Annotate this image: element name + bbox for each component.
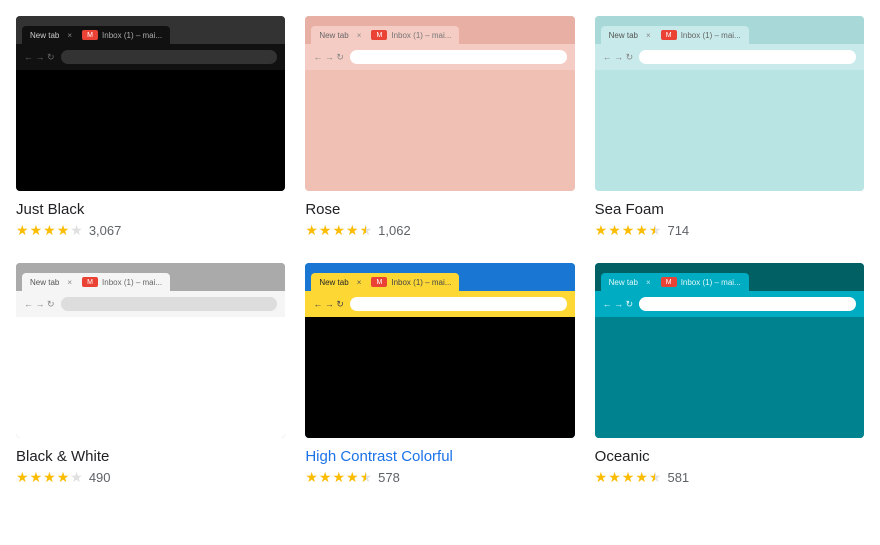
star-2: ★: [608, 469, 621, 486]
star-2: ★: [608, 222, 621, 239]
rating-count-seafoam: 714: [667, 223, 689, 238]
theme-card-just-black[interactable]: New tab × M Inbox (1) – mai... ← → ↻ Jus…: [16, 16, 285, 239]
theme-preview-bw: New tab × M Inbox (1) – mai... ← → ↻: [16, 263, 285, 438]
themes-grid: New tab × M Inbox (1) – mai... ← → ↻ Jus…: [16, 16, 864, 486]
rating-count-just-black: 3,067: [89, 223, 122, 238]
theme-rating-oceanic: ★ ★ ★ ★ ★ 581: [595, 469, 864, 486]
star-5: ★: [360, 469, 373, 486]
stars-hcc: ★ ★ ★ ★ ★: [305, 469, 372, 486]
star-3: ★: [332, 469, 345, 486]
star-1: ★: [595, 469, 608, 486]
theme-card-hcc[interactable]: New tab × M Inbox (1) – mai... ← → ↻ Hig…: [305, 263, 574, 486]
theme-rating-hcc: ★ ★ ★ ★ ★ 578: [305, 469, 574, 486]
star-4: ★: [346, 222, 359, 239]
stars-just-black: ★ ★ ★ ★ ★: [16, 222, 83, 239]
star-2: ★: [319, 469, 332, 486]
stars-seafoam: ★ ★ ★ ★ ★: [595, 222, 662, 239]
theme-title-rose: Rose: [305, 201, 574, 218]
star-1: ★: [305, 469, 318, 486]
star-2: ★: [30, 469, 43, 486]
theme-card-bw[interactable]: New tab × M Inbox (1) – mai... ← → ↻ Bla…: [16, 263, 285, 486]
theme-preview-seafoam: New tab × M Inbox (1) – mai... ← → ↻: [595, 16, 864, 191]
theme-rating-rose: ★ ★ ★ ★ ★ 1,062: [305, 222, 574, 239]
theme-title-bw: Black & White: [16, 448, 285, 465]
theme-title-oceanic: Oceanic: [595, 448, 864, 465]
stars-oceanic: ★ ★ ★ ★ ★: [595, 469, 662, 486]
rating-count-oceanic: 581: [667, 470, 689, 485]
theme-preview-hcc: New tab × M Inbox (1) – mai... ← → ↻: [305, 263, 574, 438]
theme-card-seafoam[interactable]: New tab × M Inbox (1) – mai... ← → ↻ Sea…: [595, 16, 864, 239]
theme-preview-oceanic: New tab × M Inbox (1) – mai... ← → ↻: [595, 263, 864, 438]
star-5: ★: [649, 222, 662, 239]
star-4: ★: [635, 222, 648, 239]
theme-title-hcc: High Contrast Colorful: [305, 448, 574, 465]
star-5: ★: [70, 469, 83, 486]
rating-count-hcc: 578: [378, 470, 400, 485]
rating-count-bw: 490: [89, 470, 111, 485]
theme-card-oceanic[interactable]: New tab × M Inbox (1) – mai... ← → ↻ Oce…: [595, 263, 864, 486]
star-5: ★: [649, 469, 662, 486]
theme-card-rose[interactable]: New tab × M Inbox (1) – mai... ← → ↻ Ros…: [305, 16, 574, 239]
star-3: ★: [622, 222, 635, 239]
stars-bw: ★ ★ ★ ★ ★: [16, 469, 83, 486]
star-2: ★: [30, 222, 43, 239]
theme-rating-just-black: ★ ★ ★ ★ ★ 3,067: [16, 222, 285, 239]
star-1: ★: [595, 222, 608, 239]
star-1: ★: [305, 222, 318, 239]
star-3: ★: [43, 469, 56, 486]
theme-rating-seafoam: ★ ★ ★ ★ ★ 714: [595, 222, 864, 239]
star-4: ★: [346, 469, 359, 486]
star-1: ★: [16, 469, 29, 486]
star-3: ★: [332, 222, 345, 239]
stars-rose: ★ ★ ★ ★ ★: [305, 222, 372, 239]
star-3: ★: [43, 222, 56, 239]
star-4: ★: [57, 222, 70, 239]
theme-rating-bw: ★ ★ ★ ★ ★ 490: [16, 469, 285, 486]
star-4: ★: [635, 469, 648, 486]
star-2: ★: [319, 222, 332, 239]
star-5: ★: [360, 222, 373, 239]
star-3: ★: [622, 469, 635, 486]
theme-title-just-black: Just Black: [16, 201, 285, 218]
rating-count-rose: 1,062: [378, 223, 411, 238]
star-4: ★: [57, 469, 70, 486]
star-1: ★: [16, 222, 29, 239]
theme-preview-rose: New tab × M Inbox (1) – mai... ← → ↻: [305, 16, 574, 191]
theme-title-seafoam: Sea Foam: [595, 201, 864, 218]
star-5: ★: [70, 222, 83, 239]
theme-preview-just-black: New tab × M Inbox (1) – mai... ← → ↻: [16, 16, 285, 191]
